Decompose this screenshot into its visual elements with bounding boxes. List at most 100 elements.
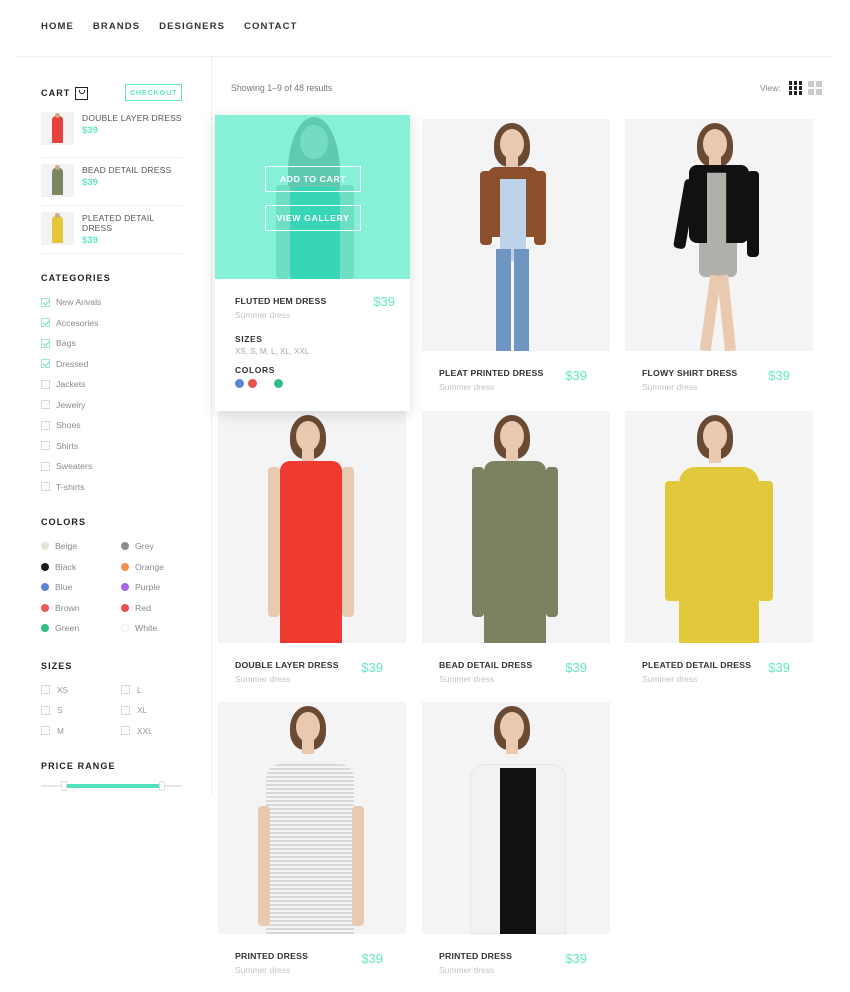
add-to-cart-button[interactable]: ADD TO CART — [265, 166, 361, 192]
category-filter[interactable]: Accesories — [41, 313, 183, 334]
size-label: XS — [57, 684, 69, 695]
checkbox[interactable] — [121, 705, 130, 715]
category-filter[interactable]: Shirts — [41, 436, 183, 457]
color-filter[interactable]: White — [121, 618, 201, 639]
product-info: PLEAT PRINTED DRESS Summer dress $39 — [439, 368, 599, 392]
color-swatch[interactable] — [121, 603, 129, 612]
color-swatch[interactable] — [121, 583, 129, 592]
cart-item[interactable]: BEAD DETAIL DRESS $39 — [41, 158, 183, 206]
view-gallery-button[interactable]: VIEW GALLERY — [265, 205, 361, 231]
color-swatch[interactable] — [121, 542, 129, 551]
product-card[interactable]: PRINTED DRESS Summer dress $39 — [218, 702, 406, 975]
product-image[interactable] — [625, 411, 813, 643]
product-card[interactable]: PLEAT PRINTED DRESS Summer dress $39 — [422, 119, 610, 392]
color-swatch[interactable] — [121, 624, 129, 633]
color-swatch[interactable] — [41, 562, 49, 571]
category-filter[interactable]: Jackets — [41, 374, 183, 395]
large-grid-view-icon[interactable] — [808, 81, 822, 95]
checkbox[interactable] — [41, 461, 50, 471]
grid-view-icon[interactable] — [788, 81, 803, 95]
size-filter[interactable]: M — [41, 721, 121, 742]
color-swatch[interactable] — [261, 379, 270, 388]
checkbox[interactable] — [41, 338, 50, 348]
product-price: $39 — [565, 368, 587, 383]
size-filter[interactable]: S — [41, 700, 121, 721]
color-swatch[interactable] — [41, 542, 49, 551]
checkbox[interactable] — [121, 726, 130, 736]
checkbox[interactable] — [121, 685, 130, 695]
product-name[interactable]: FLUTED HEM DRESS — [235, 296, 395, 306]
product-image[interactable] — [218, 702, 406, 934]
nav-brands[interactable]: BRANDS — [93, 21, 140, 32]
product-image[interactable] — [422, 119, 610, 351]
slider-max-handle[interactable] — [159, 781, 166, 791]
color-swatch[interactable] — [41, 624, 49, 633]
product-card[interactable]: DOUBLE LAYER DRESS Summer dress $39 — [218, 411, 406, 684]
checkbox[interactable] — [41, 318, 50, 328]
cart-item[interactable]: PLEATED DETAIL DRESS $39 — [41, 206, 183, 254]
category-filter[interactable]: New Arivals — [41, 292, 183, 313]
cart-item[interactable]: DOUBLE LAYER DRESS $39 — [41, 110, 183, 158]
color-filter[interactable]: Purple — [121, 577, 201, 598]
colors-label: COLORS — [235, 365, 275, 375]
product-image[interactable] — [422, 702, 610, 934]
product-subtitle: Summer dress — [439, 674, 495, 684]
color-filter[interactable]: Grey — [121, 536, 201, 557]
color-label: Brown — [55, 602, 80, 613]
color-swatch[interactable] — [235, 379, 244, 388]
color-filter[interactable]: Black — [41, 557, 121, 578]
product-card[interactable]: PRINTED DRESS Summer dress $39 — [422, 702, 610, 975]
checkbox[interactable] — [41, 400, 50, 410]
color-filter[interactable]: Blue — [41, 577, 121, 598]
color-filter[interactable]: Red — [121, 598, 201, 619]
slider-min-handle[interactable] — [60, 781, 67, 791]
checkbox[interactable] — [41, 685, 50, 695]
category-filter[interactable]: Shoes — [41, 415, 183, 436]
product-image[interactable] — [218, 411, 406, 643]
product-card[interactable]: BEAD DETAIL DRESS Summer dress $39 — [422, 411, 610, 684]
category-filter[interactable]: Dressed — [41, 354, 183, 375]
size-filter[interactable]: L — [121, 680, 201, 701]
product-price: $39 — [565, 660, 587, 675]
cart-list: DOUBLE LAYER DRESS $39 BEAD DETAIL DRESS $3… — [41, 110, 183, 254]
nav-designers[interactable]: DESIGNERS — [159, 21, 225, 32]
color-swatch[interactable] — [248, 379, 257, 388]
color-filter[interactable]: Beige — [41, 536, 121, 557]
checkbox[interactable] — [41, 420, 50, 430]
checkbox[interactable] — [41, 359, 50, 369]
featured-product-info: FLUTED HEM DRESS Summer dress $39 SIZES … — [235, 294, 395, 388]
nav-contact[interactable]: CONTACT — [244, 21, 297, 32]
category-filter[interactable]: Sweaters — [41, 456, 183, 477]
category-filter[interactable]: T-shirts — [41, 477, 183, 498]
checkbox[interactable] — [41, 441, 50, 451]
size-filter[interactable]: XXL — [121, 721, 201, 742]
category-filter[interactable]: Jewelry — [41, 395, 183, 416]
categories-list: New Arivals Accesories Bags Dressed Jackets J… — [41, 292, 183, 497]
product-card[interactable]: PLEATED DETAIL DRESS Summer dress $39 — [625, 411, 813, 684]
checkout-button[interactable]: CHECKOUT — [125, 84, 182, 101]
color-label: Green — [55, 623, 80, 634]
color-swatch[interactable] — [41, 583, 49, 592]
checkbox[interactable] — [41, 726, 50, 736]
color-swatch[interactable] — [274, 379, 283, 388]
color-swatch[interactable] — [41, 603, 49, 612]
product-subtitle: Summer dress — [235, 310, 291, 320]
price-range-slider[interactable] — [41, 780, 182, 792]
color-filter[interactable]: Orange — [121, 557, 201, 578]
product-card[interactable]: FLOWY SHIRT DRESS Summer dress $39 — [625, 119, 813, 392]
product-image[interactable] — [625, 119, 813, 351]
nav-home[interactable]: HOME — [41, 21, 74, 32]
color-filter[interactable]: Brown — [41, 598, 121, 619]
checkbox[interactable] — [41, 482, 50, 492]
product-image[interactable] — [422, 411, 610, 643]
category-filter[interactable]: Bags — [41, 333, 183, 354]
featured-product-card[interactable]: ADD TO CART VIEW GALLERY FLUTED HEM DRES… — [215, 115, 410, 411]
shopping-bag-icon[interactable] — [75, 86, 89, 100]
checkbox[interactable] — [41, 297, 50, 307]
checkbox[interactable] — [41, 379, 50, 389]
checkbox[interactable] — [41, 705, 50, 715]
size-filter[interactable]: XS — [41, 680, 121, 701]
size-filter[interactable]: XL — [121, 700, 201, 721]
color-swatch[interactable] — [121, 562, 129, 571]
color-filter[interactable]: Green — [41, 618, 121, 639]
